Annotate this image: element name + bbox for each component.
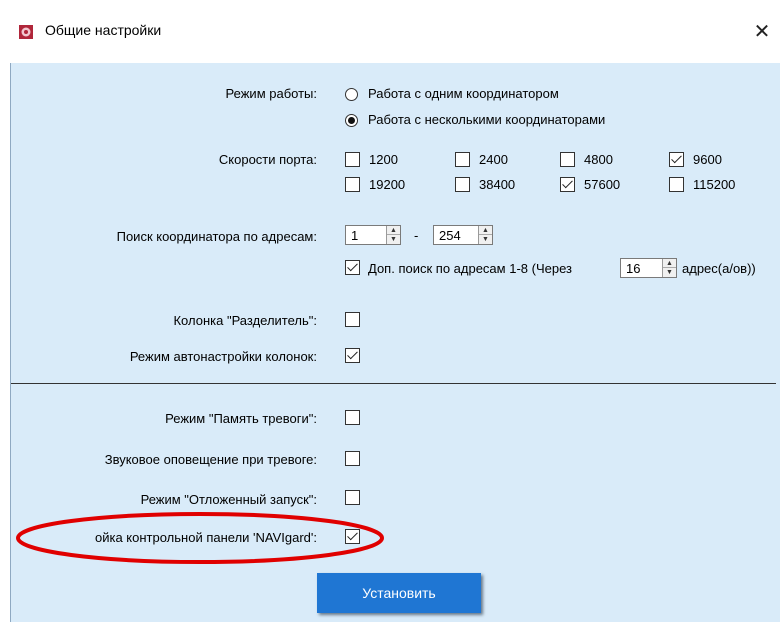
settings-panel: Режим работы: Работа с одним координатор… bbox=[10, 63, 780, 622]
radio-single-coordinator[interactable] bbox=[345, 88, 358, 101]
spin-down-icon[interactable]: ▼ bbox=[387, 235, 400, 244]
extra-search-suffix: адрес(а/ов)) bbox=[682, 261, 756, 276]
spin-down-icon[interactable]: ▼ bbox=[663, 268, 676, 277]
speed-38400-label: 38400 bbox=[479, 177, 516, 192]
checkbox-extra-search[interactable] bbox=[345, 260, 360, 275]
alarm-memory-label: Режим "Память тревоги": bbox=[165, 411, 317, 426]
close-icon: ✕ bbox=[753, 21, 771, 43]
close-button[interactable]: ✕ bbox=[744, 14, 780, 50]
sound-alarm-label: Звуковое оповещение при тревоге: bbox=[104, 452, 317, 467]
checkbox-speed-2400[interactable] bbox=[455, 152, 470, 167]
delayed-start-label: Режим "Отложенный запуск": bbox=[140, 492, 317, 507]
checkbox-navigard-panel[interactable] bbox=[345, 529, 360, 544]
extra-search-label: Доп. поиск по адресам 1-8 (Через bbox=[368, 261, 572, 276]
speed-4800-label: 4800 bbox=[584, 152, 613, 167]
checkbox-sound-alarm[interactable] bbox=[345, 451, 360, 466]
address-range-dash: - bbox=[414, 228, 419, 243]
extra-search-every-value: 16 bbox=[626, 261, 641, 276]
address-from-spinner[interactable]: 1 ▲ ▼ bbox=[345, 225, 401, 245]
checkbox-delayed-start[interactable] bbox=[345, 490, 360, 505]
address-from-value: 1 bbox=[351, 228, 359, 243]
speed-57600-label: 57600 bbox=[584, 177, 621, 192]
speed-1200-label: 1200 bbox=[369, 152, 398, 167]
checkbox-auto-columns[interactable] bbox=[345, 348, 360, 363]
radio-multiple-coordinators-label: Работа с несколькими координаторами bbox=[368, 112, 606, 127]
checkbox-speed-4800[interactable] bbox=[560, 152, 575, 167]
address-to-stepper[interactable]: ▲ ▼ bbox=[478, 226, 492, 244]
radio-single-coordinator-label: Работа с одним координатором bbox=[368, 86, 559, 101]
spin-up-icon[interactable]: ▲ bbox=[387, 226, 400, 235]
radio-multiple-coordinators[interactable] bbox=[345, 114, 358, 127]
speed-9600-label: 9600 bbox=[693, 152, 722, 167]
navigard-panel-label: ойка контрольной панели 'NAVIgard': bbox=[95, 530, 317, 545]
checkbox-alarm-memory[interactable] bbox=[345, 410, 360, 425]
auto-columns-label: Режим автонастройки колонок: bbox=[129, 349, 317, 364]
speed-19200-label: 19200 bbox=[369, 177, 406, 192]
speed-2400-label: 2400 bbox=[479, 152, 508, 167]
apply-button[interactable]: Установить bbox=[317, 573, 481, 613]
address-from-stepper[interactable]: ▲ ▼ bbox=[386, 226, 400, 244]
title-bar: Общие настройки ✕ bbox=[0, 0, 782, 63]
checkbox-speed-57600[interactable] bbox=[560, 177, 575, 192]
address-to-value: 254 bbox=[439, 228, 461, 243]
section-divider bbox=[11, 383, 776, 384]
spin-down-icon[interactable]: ▼ bbox=[479, 235, 492, 244]
separator-column-label: Колонка "Разделитель": bbox=[173, 313, 317, 328]
address-to-spinner[interactable]: 254 ▲ ▼ bbox=[433, 225, 493, 245]
checkbox-speed-38400[interactable] bbox=[455, 177, 470, 192]
extra-search-every-stepper[interactable]: ▲ ▼ bbox=[662, 259, 676, 277]
spin-up-icon[interactable]: ▲ bbox=[663, 259, 676, 268]
checkbox-separator-column[interactable] bbox=[345, 312, 360, 327]
address-search-label: Поиск координатора по адресам: bbox=[116, 229, 317, 244]
window-title: Общие настройки bbox=[45, 22, 162, 38]
port-speeds-label: Скорости порта: bbox=[218, 152, 317, 167]
checkbox-speed-19200[interactable] bbox=[345, 177, 360, 192]
work-mode-label: Режим работы: bbox=[225, 86, 317, 101]
checkbox-speed-115200[interactable] bbox=[669, 177, 684, 192]
spin-up-icon[interactable]: ▲ bbox=[479, 226, 492, 235]
speed-115200-label: 115200 bbox=[693, 177, 736, 192]
app-icon bbox=[19, 25, 33, 39]
extra-search-every-spinner[interactable]: 16 ▲ ▼ bbox=[620, 258, 677, 278]
checkbox-speed-1200[interactable] bbox=[345, 152, 360, 167]
checkbox-speed-9600[interactable] bbox=[669, 152, 684, 167]
